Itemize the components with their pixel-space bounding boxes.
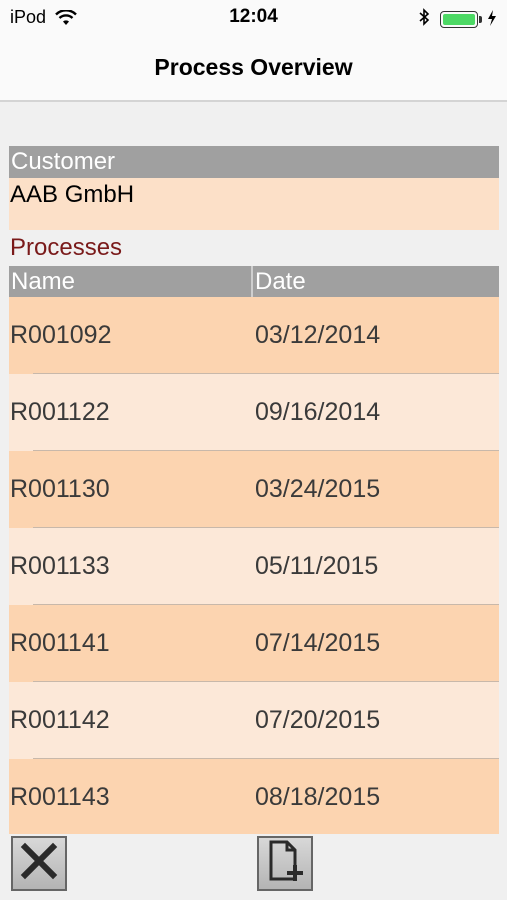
- bluetooth-icon: [419, 8, 430, 31]
- main-content: Customer AAB GmbH Processes Name Date R0…: [9, 146, 499, 836]
- navigation-bar: Process Overview: [0, 36, 507, 102]
- process-date: 07/14/2015: [255, 629, 381, 657]
- status-bar: iPod 12:04: [0, 0, 507, 36]
- page-title: Process Overview: [154, 54, 353, 80]
- process-date: 07/20/2015: [255, 706, 381, 734]
- table-row[interactable]: R001130 03/24/2015: [9, 451, 499, 528]
- battery-icon: [440, 11, 478, 28]
- process-date: 09/16/2014: [255, 398, 381, 426]
- bottom-toolbar: [0, 834, 507, 900]
- process-name: R001142: [10, 706, 110, 734]
- charging-icon: [487, 9, 497, 30]
- table-row[interactable]: R001092 03/12/2014: [9, 297, 499, 374]
- close-x-icon: [19, 841, 59, 886]
- table-row[interactable]: R001133 05/11/2015: [9, 528, 499, 605]
- process-date: 03/12/2014: [255, 321, 381, 349]
- process-name: R001143: [10, 783, 110, 811]
- table-row[interactable]: R001143 08/18/2015: [9, 759, 499, 836]
- processes-label: Processes: [10, 234, 123, 261]
- process-name: R001133: [10, 552, 110, 580]
- process-name: R001122: [10, 398, 110, 426]
- processes-table-header: Name Date: [9, 266, 499, 297]
- process-name: R001130: [10, 475, 110, 503]
- table-row[interactable]: R001141 07/14/2015: [9, 605, 499, 682]
- battery-tip: [479, 16, 482, 23]
- column-header-name[interactable]: Name: [9, 266, 253, 297]
- customer-header: Customer: [9, 146, 499, 178]
- status-right: [419, 8, 497, 31]
- customer-value[interactable]: AAB GmbH: [9, 178, 499, 230]
- process-name: R001141: [10, 629, 110, 657]
- process-date: 05/11/2015: [255, 552, 379, 580]
- processes-table: R001092 03/12/2014 R001122 09/16/2014 R0…: [9, 297, 499, 836]
- table-row[interactable]: R001142 07/20/2015: [9, 682, 499, 759]
- table-row[interactable]: R001122 09/16/2014: [9, 374, 499, 451]
- close-button[interactable]: [11, 836, 67, 891]
- process-name: R001092: [10, 321, 112, 349]
- new-document-icon: [265, 839, 305, 888]
- process-date: 03/24/2015: [255, 475, 381, 503]
- process-date: 08/18/2015: [255, 783, 381, 811]
- column-header-date[interactable]: Date: [253, 266, 499, 297]
- new-process-button[interactable]: [257, 836, 313, 891]
